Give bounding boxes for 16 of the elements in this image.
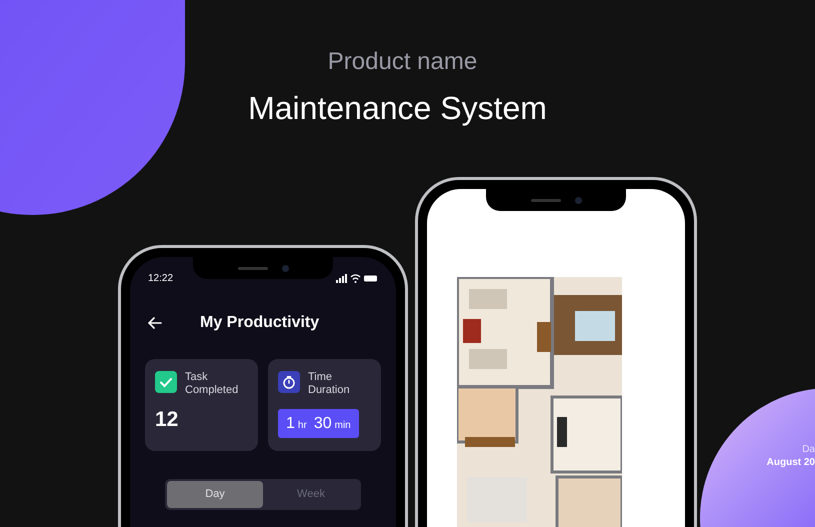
timer-icon	[278, 371, 300, 393]
date-label: Da	[802, 443, 815, 456]
product-subtitle: Product name	[328, 47, 478, 77]
period-tab[interactable]: Week	[263, 481, 359, 508]
stat-label: Task Completed	[185, 371, 240, 397]
stat-value: 12	[155, 409, 180, 430]
stat-label: Time Duration	[308, 371, 351, 397]
status-icons	[336, 274, 378, 283]
product-title: Maintenance System	[248, 89, 547, 128]
back-arrow-icon[interactable]	[148, 317, 162, 329]
period-tab[interactable]: Day	[167, 481, 263, 508]
date-value: August 20	[766, 456, 815, 469]
screen-title: My Productivity	[200, 313, 320, 333]
check-icon	[155, 371, 177, 393]
status-time: 12:22	[148, 272, 174, 286]
duration-pill: 1 hr 30 min	[278, 409, 359, 438]
